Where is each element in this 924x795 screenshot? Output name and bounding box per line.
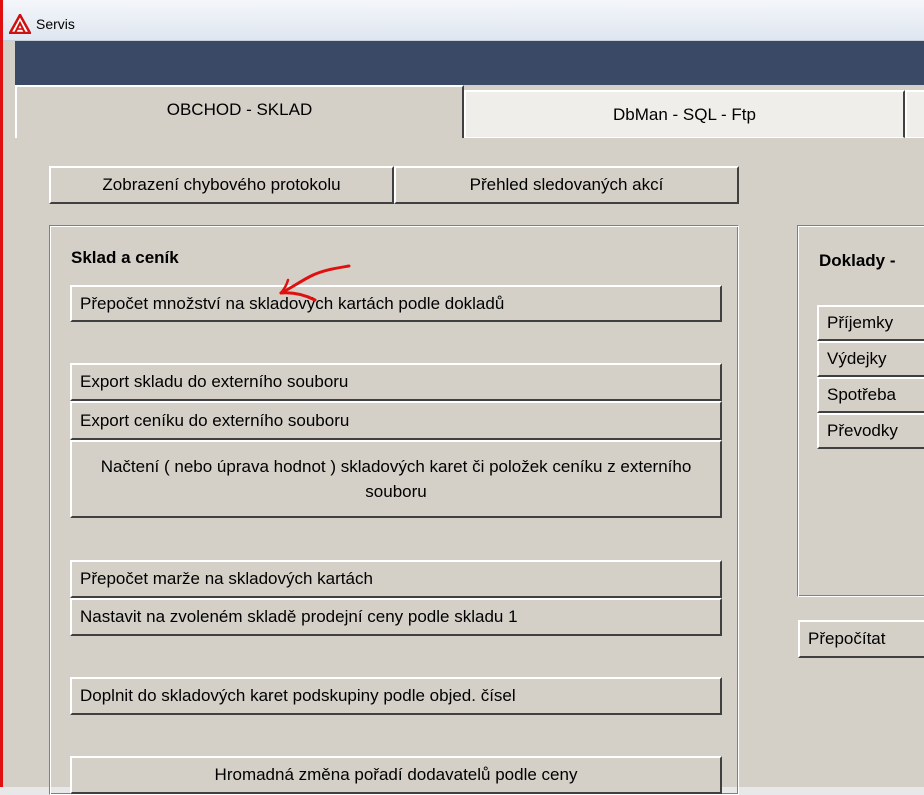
- button-label: Export ceníku do externího souboru: [80, 410, 350, 430]
- tab-dbman-sql-ftp[interactable]: DbMan - SQL - Ftp: [464, 90, 905, 138]
- button-label: Převodky: [827, 421, 898, 440]
- button-label: Spotřeba: [827, 385, 896, 404]
- import-stock-cards-button[interactable]: Načtení ( nebo úprava hodnot ) skladovýc…: [70, 440, 722, 518]
- button-label: Hromadná změna pořadí dodavatelů podle c…: [214, 765, 578, 784]
- tab-third[interactable]: [905, 90, 924, 138]
- button-label: Zobrazení chybového protokolu: [102, 175, 341, 194]
- button-label: Přepočítat: [808, 629, 886, 648]
- sklad-group-title: Sklad a ceník: [71, 248, 179, 267]
- button-label: Nastavit na zvoleném skladě prodejní cen…: [80, 607, 518, 626]
- supplier-order-button[interactable]: Hromadná změna pořadí dodavatelů podle c…: [70, 756, 722, 794]
- tab-strip: OBCHOD - SKLAD DbMan - SQL - Ftp: [15, 85, 924, 140]
- button-label: Doplnit do skladových karet podskupiny p…: [80, 686, 516, 705]
- button-label: Export skladu do externího souboru: [80, 372, 349, 391]
- issues-button[interactable]: Výdejky: [817, 341, 924, 377]
- export-pricelist-button[interactable]: Export ceníku do externího souboru: [70, 401, 722, 440]
- tracked-actions-button[interactable]: Přehled sledovaných akcí: [394, 166, 739, 204]
- recalc-stock-quantity-button[interactable]: Přepočet množství na skladových kartách …: [70, 285, 722, 322]
- recalculate-button[interactable]: Přepočítat: [798, 620, 924, 658]
- tab-label: OBCHOD - SKLAD: [166, 99, 313, 119]
- window-title: Servis: [36, 16, 75, 32]
- application-window: Servis OBCHOD - SKLAD DbMan - SQL - Ftp …: [0, 0, 924, 795]
- recalc-margin-button[interactable]: Přepočet marže na skladových kartách: [70, 560, 722, 598]
- tab-obchod-sklad[interactable]: OBCHOD - SKLAD: [15, 85, 464, 140]
- button-label: Přehled sledovaných akcí: [469, 175, 664, 194]
- red-arrow-annotation: [279, 264, 351, 302]
- doklady-group-title: Doklady -: [819, 251, 896, 270]
- button-label: Přepočet marže na skladových kartách: [80, 569, 373, 588]
- export-stock-button[interactable]: Export skladu do externího souboru: [70, 363, 722, 401]
- receipts-button[interactable]: Příjemky: [817, 305, 924, 341]
- consumption-button[interactable]: Spotřeba: [817, 377, 924, 413]
- title-bar[interactable]: Servis: [3, 0, 924, 41]
- error-log-button[interactable]: Zobrazení chybového protokolu: [49, 166, 394, 204]
- app-logo-icon: [9, 14, 31, 34]
- set-sale-prices-button[interactable]: Nastavit na zvoleném skladě prodejní cen…: [70, 598, 722, 636]
- button-label: Výdejky: [827, 349, 887, 368]
- fill-subgroups-button[interactable]: Doplnit do skladových karet podskupiny p…: [70, 677, 722, 715]
- button-label: Načtení ( nebo úprava hodnot ) skladovýc…: [100, 457, 692, 501]
- tab-label: DbMan - SQL - Ftp: [613, 104, 756, 124]
- transfers-button[interactable]: Převodky: [817, 413, 924, 449]
- header-bar: [15, 41, 924, 85]
- button-label: Příjemky: [827, 313, 894, 332]
